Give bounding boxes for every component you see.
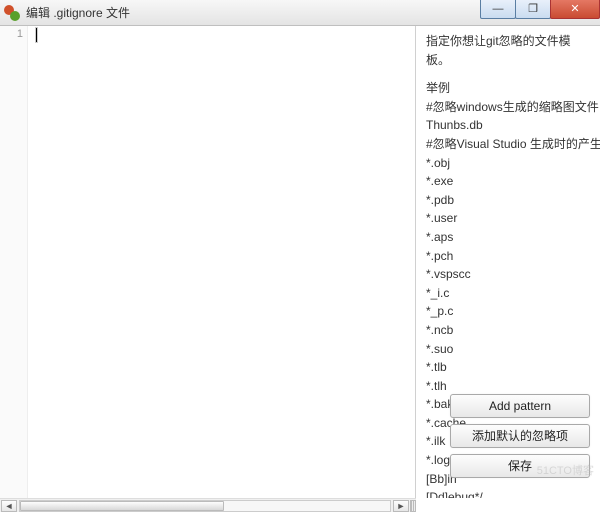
button-stack: Add pattern 添加默认的忽略项 保存 (450, 394, 590, 478)
list-item: *.obj (426, 154, 592, 173)
horizontal-scrollbar[interactable]: ◄ ► (0, 498, 416, 512)
list-item: *.aps (426, 228, 592, 247)
maximize-button[interactable]: ❐ (515, 0, 551, 19)
close-button[interactable]: ✕ (550, 0, 600, 19)
list-item: *.exe (426, 172, 592, 191)
list-item: #忽略windows生成的缩略图文件 (426, 98, 592, 117)
help-pane: 指定你想让git忽略的文件模板。 举例 #忽略windows生成的缩略图文件 T… (416, 26, 600, 498)
list-item: *.tlh (426, 377, 592, 396)
scroll-right-arrow-icon[interactable]: ► (393, 500, 409, 512)
list-item: *.tlb (426, 358, 592, 377)
list-item: [Dd]ebug*/ (426, 488, 592, 498)
list-item: *.pch (426, 247, 592, 266)
app-icon (4, 5, 20, 21)
scrollbar-track[interactable] (19, 500, 391, 512)
editor-textarea[interactable] (28, 26, 415, 498)
list-item: *_p.c (426, 302, 592, 321)
text-cursor (36, 28, 37, 42)
list-item: *.vspscc (426, 265, 592, 284)
window-controls: — ❐ ✕ (481, 0, 600, 19)
list-item: Thunbs.db (426, 116, 592, 135)
line-number: 1 (0, 28, 23, 40)
list-item: *.user (426, 209, 592, 228)
line-gutter: 1 (0, 26, 28, 498)
minimize-button[interactable]: — (480, 0, 516, 19)
add-pattern-button[interactable]: Add pattern (450, 394, 590, 418)
list-item: *.pdb (426, 191, 592, 210)
content-area: 1 指定你想让git忽略的文件模板。 举例 #忽略windows生成的缩略图文件… (0, 26, 600, 498)
scroll-left-arrow-icon[interactable]: ◄ (1, 500, 17, 512)
save-button[interactable]: 保存 (450, 454, 590, 478)
list-item: *.suo (426, 340, 592, 359)
list-item: 举例 (426, 79, 592, 98)
help-heading: 指定你想让git忽略的文件模板。 (426, 32, 592, 69)
editor-pane: 1 (0, 26, 416, 498)
scrollbar-thumb[interactable] (20, 501, 224, 511)
list-item: *_i.c (426, 284, 592, 303)
add-default-ignore-button[interactable]: 添加默认的忽略项 (450, 424, 590, 448)
list-item: #忽略Visual Studio 生成时的产生的文件 (426, 135, 592, 154)
title-bar: 编辑 .gitignore 文件 — ❐ ✕ (0, 0, 600, 26)
splitter-handle-icon[interactable] (410, 500, 416, 512)
list-item: *.ncb (426, 321, 592, 340)
window-title: 编辑 .gitignore 文件 (26, 4, 130, 21)
